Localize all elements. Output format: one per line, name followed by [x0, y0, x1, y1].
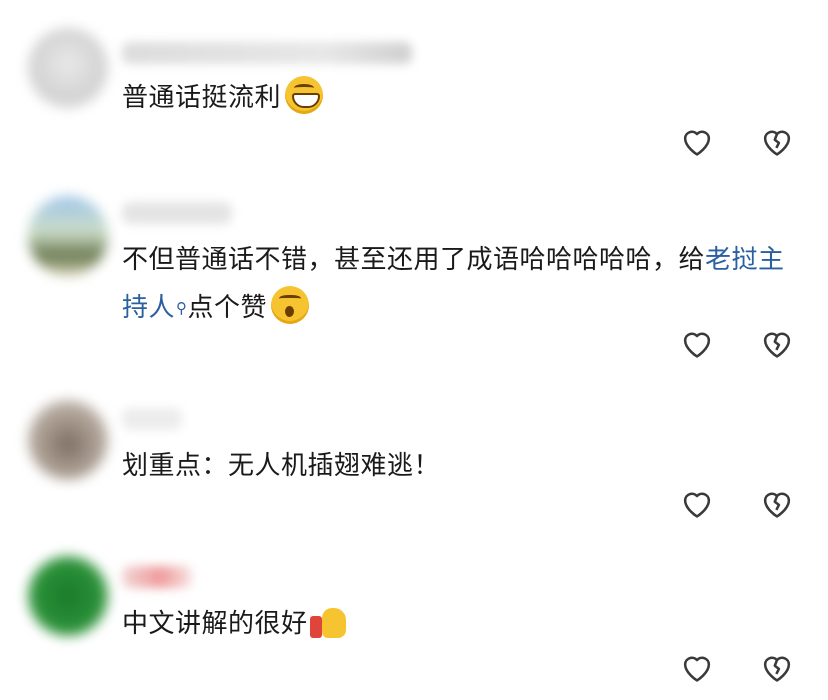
- username[interactable]: [122, 566, 192, 588]
- search-icon[interactable]: ⚲: [176, 299, 188, 317]
- comment-text: 中文讲解的很好: [122, 600, 788, 648]
- astonished-face-icon: [271, 286, 310, 324]
- avatar[interactable]: [28, 556, 108, 636]
- comment-body: 中文讲解的很好: [122, 609, 308, 639]
- dislike-button[interactable]: [758, 122, 796, 160]
- comment-actions: [678, 648, 798, 688]
- like-button[interactable]: [678, 324, 716, 362]
- comment-text: 划重点：无人机插翅难逃！: [122, 442, 788, 490]
- heart-outline-icon: [683, 332, 711, 358]
- thumbs-up-icon: [309, 606, 350, 640]
- heart-outline-icon: [683, 492, 711, 518]
- heart-outline-icon: [683, 656, 711, 682]
- avatar[interactable]: [28, 196, 108, 276]
- dislike-button[interactable]: [758, 648, 796, 686]
- dislike-button[interactable]: [758, 484, 796, 522]
- avatar[interactable]: [28, 400, 108, 480]
- username[interactable]: [122, 408, 182, 430]
- broken-heart-outline-icon: [763, 130, 791, 156]
- like-button[interactable]: [678, 648, 716, 686]
- comment-body: 不但普通话不错，甚至还用了成语哈哈哈哈哈，给: [122, 245, 706, 275]
- comment-actions: [678, 122, 798, 162]
- heart-outline-icon: [683, 130, 711, 156]
- comment-text: 普通话挺流利: [122, 74, 788, 122]
- like-button[interactable]: [678, 122, 716, 160]
- username[interactable]: [122, 202, 232, 224]
- broken-heart-outline-icon: [763, 492, 791, 518]
- comment-body: 普通话挺流利: [122, 83, 282, 113]
- comment-text: 不但普通话不错，甚至还用了成语哈哈哈哈哈，给老挝主持人⚲点个赞: [122, 236, 788, 332]
- comment-actions: [678, 484, 798, 524]
- broken-heart-outline-icon: [763, 656, 791, 682]
- dislike-button[interactable]: [758, 324, 796, 362]
- like-button[interactable]: [678, 484, 716, 522]
- comment-body-tail: 点个赞: [187, 293, 268, 323]
- comment-actions: [678, 324, 798, 364]
- username[interactable]: [122, 42, 412, 64]
- broken-heart-outline-icon: [763, 332, 791, 358]
- avatar[interactable]: [28, 28, 108, 108]
- grinning-face-icon: [285, 76, 324, 114]
- comment-body: 划重点：无人机插翅难逃！: [122, 451, 441, 481]
